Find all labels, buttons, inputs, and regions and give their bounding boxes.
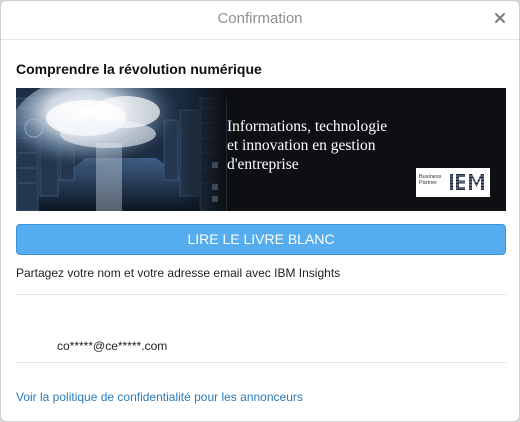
dialog-header: Confirmation <box>1 1 519 40</box>
email-row: co*****@ce*****.com <box>16 295 506 362</box>
banner-line: Informations, technologie <box>227 118 388 135</box>
ibm-logo-icon <box>448 174 486 190</box>
masked-email: co*****@ce*****.com <box>57 339 168 353</box>
dialog-title: Confirmation <box>217 10 303 27</box>
dialog-content: Comprendre la révolution numérique Infor… <box>16 61 506 406</box>
banner-line: et innovation en gestion <box>227 137 376 154</box>
share-consent-text: Partagez votre nom et votre adresse emai… <box>16 266 341 280</box>
promo-banner: Informations, technologie et innovation … <box>16 88 506 211</box>
card-heading: Comprendre la révolution numérique <box>16 61 262 77</box>
banner-headline: Informations, technologie et innovation … <box>227 117 497 174</box>
partner-label: Business Partner <box>419 174 442 186</box>
confirmation-dialog: Confirmation Comprendre la révolution nu… <box>0 0 520 422</box>
close-icon[interactable] <box>493 11 507 25</box>
divider <box>16 362 506 363</box>
read-white-paper-button[interactable]: LIRE LE LIVRE BLANC <box>16 224 506 255</box>
privacy-policy-link[interactable]: Voir la politique de confidentialité pou… <box>16 390 303 404</box>
ibm-business-partner-logo: Business Partner <box>416 168 490 197</box>
